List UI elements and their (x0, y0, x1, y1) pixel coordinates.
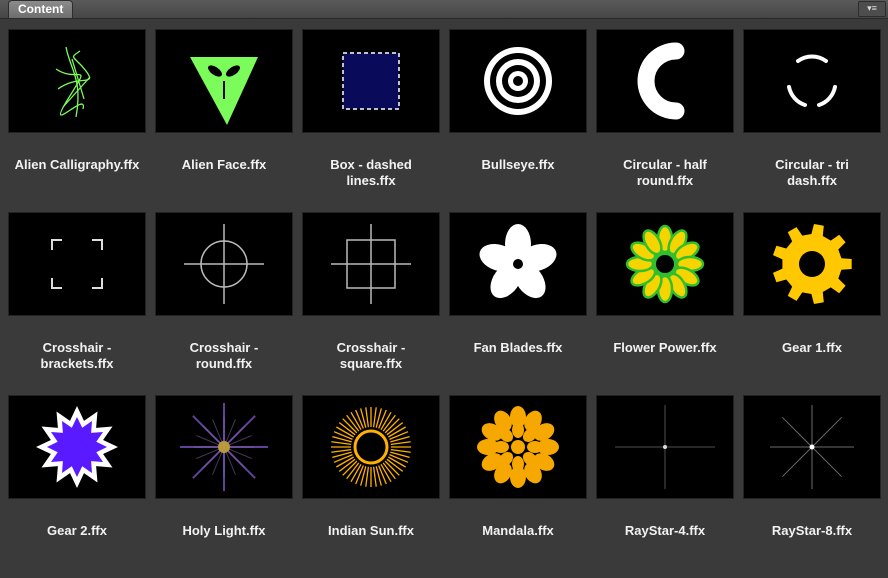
item-label: Gear 1.ffx (782, 340, 842, 355)
content-item[interactable]: Crosshair - brackets.ffx (8, 212, 146, 395)
alien-calligraphy-icon (8, 29, 146, 133)
content-item[interactable]: Gear 2.ffx (8, 395, 146, 578)
thumbnail[interactable] (596, 395, 734, 499)
gear-1-icon (743, 212, 881, 316)
thumbnail[interactable] (743, 212, 881, 316)
tab-content[interactable]: Content (8, 0, 74, 18)
content-item[interactable]: RayStar-8.ffx (743, 395, 881, 578)
content-item[interactable]: Gear 1.ffx (743, 212, 881, 395)
item-label: Gear 2.ffx (47, 523, 107, 538)
thumbnail[interactable] (743, 395, 881, 499)
item-label: Circular - half round.ffx (623, 157, 707, 188)
thumbnail[interactable] (596, 212, 734, 316)
thumbnail[interactable] (155, 29, 293, 133)
thumbnail[interactable] (8, 29, 146, 133)
thumbnail[interactable] (596, 29, 734, 133)
flower-power-icon (596, 212, 734, 316)
content-item[interactable]: Indian Sun.ffx (302, 395, 440, 578)
raystar-8-icon (743, 395, 881, 499)
content-item[interactable]: Circular - half round.ffx (596, 29, 734, 212)
content-item[interactable]: Box - dashed lines.ffx (302, 29, 440, 212)
thumbnail[interactable] (449, 29, 587, 133)
item-label: Crosshair - round.ffx (189, 340, 259, 371)
circular-half-round-icon (596, 29, 734, 133)
fan-blades-icon (449, 212, 587, 316)
content-item[interactable]: Fan Blades.ffx (449, 212, 587, 395)
item-label: Holy Light.ffx (182, 523, 266, 538)
content-grid: Alien Calligraphy.ffx Alien Face.ffx Box … (8, 29, 881, 578)
thumbnail[interactable] (449, 212, 587, 316)
item-label: Alien Calligraphy.ffx (14, 157, 140, 172)
content-item[interactable]: Crosshair - round.ffx (155, 212, 293, 395)
item-label: Flower Power.ffx (613, 340, 717, 355)
alien-face-icon (155, 29, 293, 133)
item-label: Crosshair - brackets.ffx (40, 340, 114, 371)
crosshair-square-icon (302, 212, 440, 316)
item-label: Mandala.ffx (482, 523, 554, 538)
content-item[interactable]: Alien Calligraphy.ffx (8, 29, 146, 212)
content-item[interactable]: Mandala.ffx (449, 395, 587, 578)
item-label: Bullseye.ffx (481, 157, 555, 172)
indian-sun-icon (302, 395, 440, 499)
content-item[interactable]: Flower Power.ffx (596, 212, 734, 395)
content-item[interactable]: RayStar-4.ffx (596, 395, 734, 578)
content-item[interactable]: Holy Light.ffx (155, 395, 293, 578)
content-item[interactable]: Bullseye.ffx (449, 29, 587, 212)
thumbnail[interactable] (302, 212, 440, 316)
item-label: Fan Blades.ffx (473, 340, 563, 355)
box-dashed-icon (302, 29, 440, 133)
bullseye-icon (449, 29, 587, 133)
thumbnail[interactable] (302, 29, 440, 133)
mandala-icon (449, 395, 587, 499)
content-item[interactable]: Alien Face.ffx (155, 29, 293, 212)
item-label: RayStar-4.ffx (624, 523, 706, 538)
item-label: Indian Sun.ffx (328, 523, 414, 538)
item-label: Box - dashed lines.ffx (330, 157, 412, 188)
circular-tri-dash-icon (743, 29, 881, 133)
thumbnail[interactable] (155, 212, 293, 316)
crosshair-brackets-icon (8, 212, 146, 316)
thumbnail[interactable] (8, 212, 146, 316)
holy-light-icon (155, 395, 293, 499)
item-label: Crosshair - square.ffx (336, 340, 406, 371)
crosshair-round-icon (155, 212, 293, 316)
content-item[interactable]: Circular - tri dash.ffx (743, 29, 881, 212)
panel-header: Content ▾≡ (0, 0, 888, 19)
gear-2-icon (8, 395, 146, 499)
thumbnail[interactable] (743, 29, 881, 133)
thumbnail[interactable] (155, 395, 293, 499)
item-label: Circular - tri dash.ffx (775, 157, 849, 188)
panel-menu-icon[interactable]: ▾≡ (858, 1, 886, 17)
thumbnail[interactable] (8, 395, 146, 499)
thumbnail[interactable] (449, 395, 587, 499)
item-label: Alien Face.ffx (181, 157, 267, 172)
item-label: RayStar-8.ffx (771, 523, 853, 538)
content-item[interactable]: Crosshair - square.ffx (302, 212, 440, 395)
raystar-4-icon (596, 395, 734, 499)
thumbnail[interactable] (302, 395, 440, 499)
